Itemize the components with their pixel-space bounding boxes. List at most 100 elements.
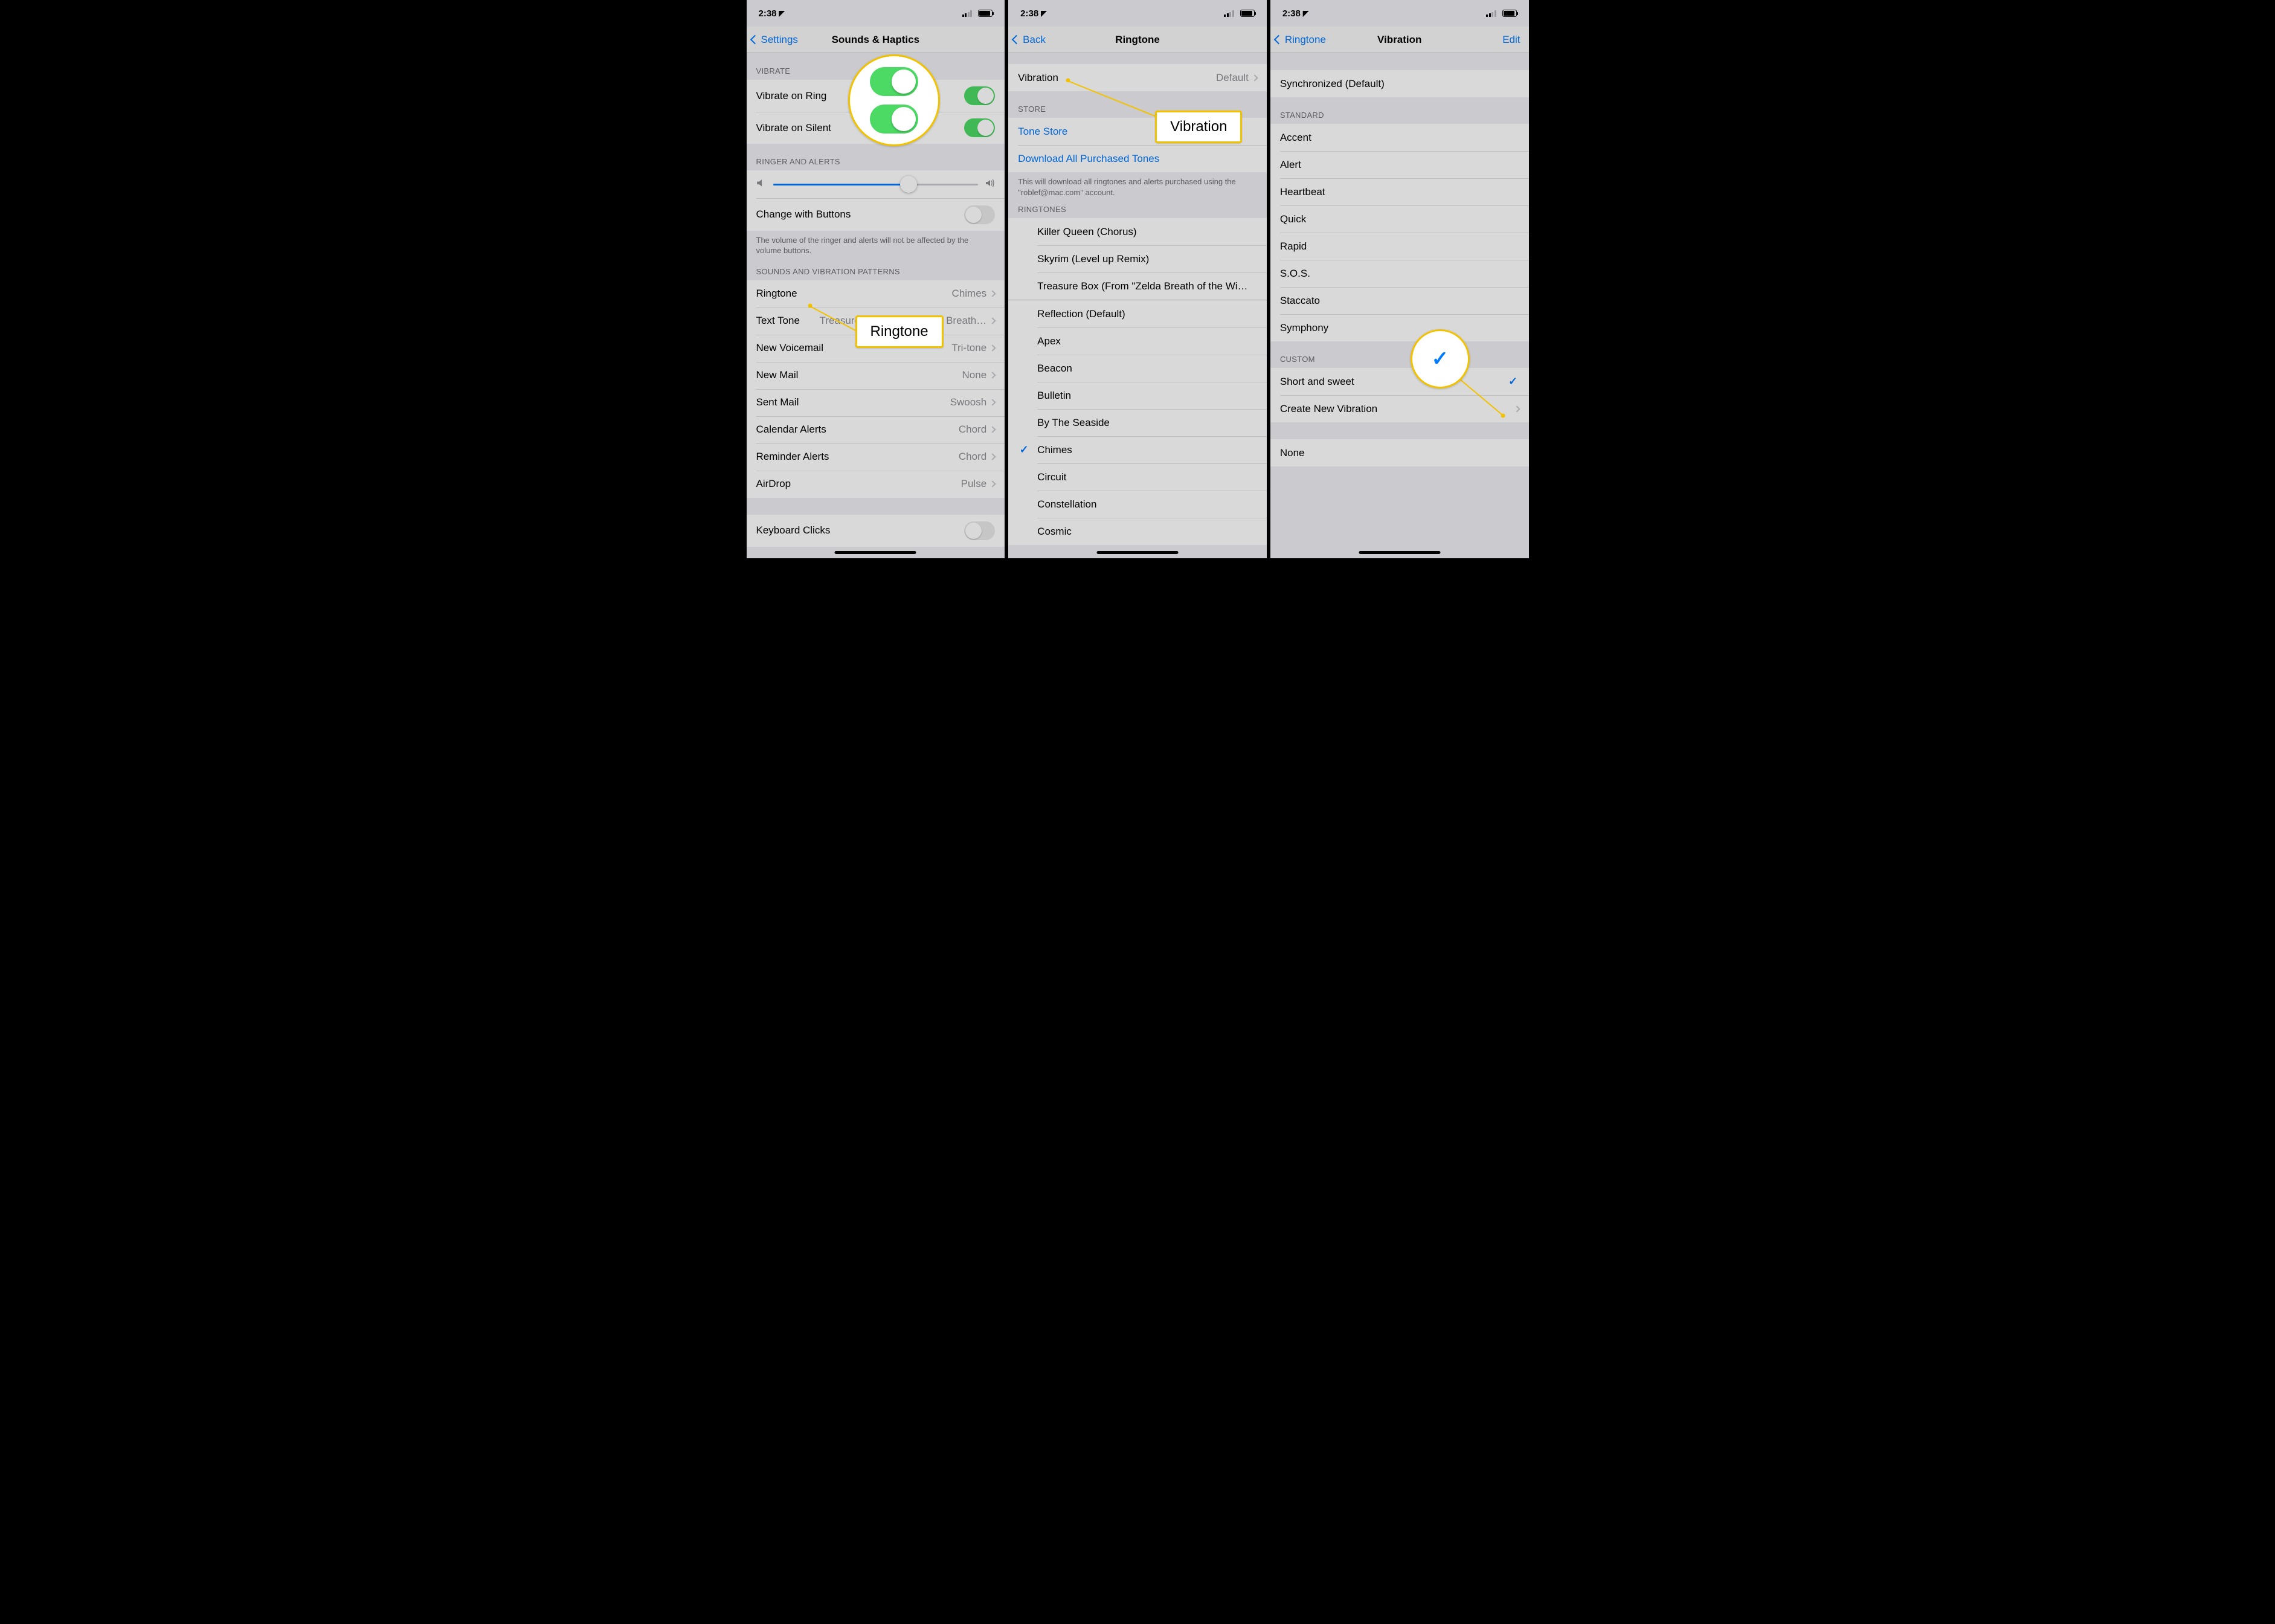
vibration-row[interactable]: S.O.S. — [1270, 260, 1529, 287]
chevron-right-icon — [989, 291, 996, 297]
ringtone-row[interactable]: Skyrim (Level up Remix) — [1008, 245, 1267, 272]
chevron-right-icon — [989, 454, 996, 460]
label: Download All Purchased Tones — [1018, 153, 1257, 165]
label: Reflection (Default) — [1037, 308, 1257, 320]
row-download-all[interactable]: Download All Purchased Tones — [1008, 145, 1267, 172]
label: Accent — [1280, 132, 1519, 144]
row-volume-slider[interactable] — [747, 170, 1005, 199]
value: Tri-tone — [951, 342, 995, 354]
label: Synchronized (Default) — [1280, 78, 1519, 90]
vibration-row[interactable]: Rapid — [1270, 233, 1529, 260]
home-indicator[interactable] — [1097, 551, 1179, 554]
row-custom-selected[interactable]: Short and sweet ✓ — [1270, 368, 1529, 395]
speaker-low-icon — [756, 179, 766, 190]
chevron-right-icon — [1251, 74, 1258, 81]
toggle-on-icon[interactable] — [964, 86, 995, 105]
label: Rapid — [1280, 240, 1519, 253]
status-time: 2:38 — [1020, 8, 1038, 19]
chevron-right-icon — [989, 318, 996, 324]
value: Swoosh — [950, 396, 995, 408]
ringtone-row[interactable]: Bulletin — [1008, 382, 1267, 409]
label: Reminder Alerts — [756, 451, 959, 463]
edit-button[interactable]: Edit — [1502, 34, 1520, 46]
row-none[interactable]: None — [1270, 439, 1529, 466]
ringtone-row[interactable]: By The Seaside — [1008, 409, 1267, 436]
toggle-off-icon[interactable] — [964, 521, 995, 540]
vibration-row[interactable]: Symphony — [1270, 314, 1529, 341]
callout-anchor-dot — [1066, 79, 1070, 83]
vibration-row[interactable]: Heartbeat — [1270, 178, 1529, 205]
label: Treasure Box (From "Zelda Breath of the … — [1037, 280, 1257, 292]
value: Default — [1216, 72, 1257, 84]
chevron-right-icon — [989, 372, 996, 379]
label: Short and sweet — [1280, 376, 1507, 388]
row-change-with-buttons[interactable]: Change with Buttons — [747, 199, 1005, 231]
home-indicator[interactable] — [835, 551, 916, 554]
nav-bar: Ringtone Vibration Edit — [1270, 27, 1529, 53]
callout-anchor-dot — [808, 304, 812, 308]
ringtone-row[interactable]: Killer Queen (Chorus) — [1008, 218, 1267, 245]
row-sent-mail[interactable]: Sent MailSwoosh — [747, 389, 1005, 416]
row-reminder-alerts[interactable]: Reminder AlertsChord — [747, 443, 1005, 471]
status-bar: 2:38◤ — [1270, 0, 1529, 27]
vibration-row[interactable]: Alert — [1270, 151, 1529, 178]
callout-ringtone: Ringtone — [855, 315, 944, 348]
volume-slider[interactable] — [773, 184, 979, 185]
row-synchronized[interactable]: Synchronized (Default) — [1270, 70, 1529, 97]
label: Ringtone — [756, 288, 952, 300]
value: None — [962, 369, 996, 381]
back-button[interactable]: Back — [1013, 34, 1046, 46]
panel-ringtone: 2:38◤ Back Ringtone Vibration Default ST… — [1008, 0, 1270, 558]
toggle-on-icon[interactable] — [964, 118, 995, 137]
nav-title: Ringtone — [1115, 34, 1160, 46]
toggle-off-icon[interactable] — [964, 205, 995, 224]
home-indicator[interactable] — [1359, 551, 1440, 554]
nav-title: Vibration — [1377, 34, 1421, 46]
label: Cosmic — [1037, 526, 1257, 538]
battery-icon — [1240, 10, 1255, 17]
label: Alert — [1280, 159, 1519, 171]
row-calendar-alerts[interactable]: Calendar AlertsChord — [747, 416, 1005, 443]
ringtone-row[interactable]: Reflection (Default) — [1008, 300, 1267, 327]
ringtone-row[interactable]: Beacon — [1008, 355, 1267, 382]
chevron-left-icon — [750, 35, 759, 45]
back-button[interactable]: Ringtone — [1275, 34, 1326, 46]
callout-vibration: Vibration — [1155, 111, 1242, 143]
row-vibration[interactable]: Vibration Default — [1008, 64, 1267, 91]
edit-label: Edit — [1502, 34, 1520, 45]
row-new-mail[interactable]: New MailNone — [747, 362, 1005, 389]
label: Killer Queen (Chorus) — [1037, 226, 1257, 238]
label: Vibration — [1018, 72, 1216, 84]
ringtone-row[interactable]: Constellation — [1008, 491, 1267, 518]
row-keyboard-clicks[interactable]: Keyboard Clicks — [747, 515, 1005, 547]
location-icon: ◤ — [779, 9, 785, 18]
checkmark-icon: ✓ — [1507, 375, 1519, 388]
label: Circuit — [1037, 471, 1257, 483]
vibration-row[interactable]: Quick — [1270, 205, 1529, 233]
label: None — [1280, 447, 1519, 459]
ringtone-row[interactable]: Apex — [1008, 327, 1267, 355]
ringtone-row[interactable]: Cosmic — [1008, 518, 1267, 545]
row-create-new-vibration[interactable]: Create New Vibration — [1270, 395, 1529, 422]
row-ringtone[interactable]: RingtoneChimes — [747, 280, 1005, 308]
row-airdrop[interactable]: AirDropPulse — [747, 471, 1005, 498]
battery-icon — [978, 10, 993, 17]
back-label: Ringtone — [1285, 34, 1326, 46]
ringtone-row[interactable]: Treasure Box (From "Zelda Breath of the … — [1008, 272, 1267, 300]
ringtone-row[interactable]: ✓Chimes — [1008, 436, 1267, 463]
ringtone-row[interactable]: Circuit — [1008, 463, 1267, 491]
slider-knob[interactable] — [900, 176, 917, 193]
chevron-right-icon — [989, 399, 996, 406]
vibration-row[interactable]: Staccato — [1270, 287, 1529, 314]
value: Pulse — [961, 478, 996, 490]
value: Chimes — [952, 288, 996, 300]
battery-icon — [1502, 10, 1517, 17]
callout-label: Ringtone — [870, 323, 928, 340]
label: Text Tone — [756, 315, 820, 327]
label: Bulletin — [1037, 390, 1257, 402]
label: Create New Vibration — [1280, 403, 1514, 415]
cellular-icon — [1224, 10, 1234, 17]
chevron-right-icon — [989, 345, 996, 352]
vibration-row[interactable]: Accent — [1270, 124, 1529, 151]
back-button[interactable]: Settings — [751, 34, 798, 46]
